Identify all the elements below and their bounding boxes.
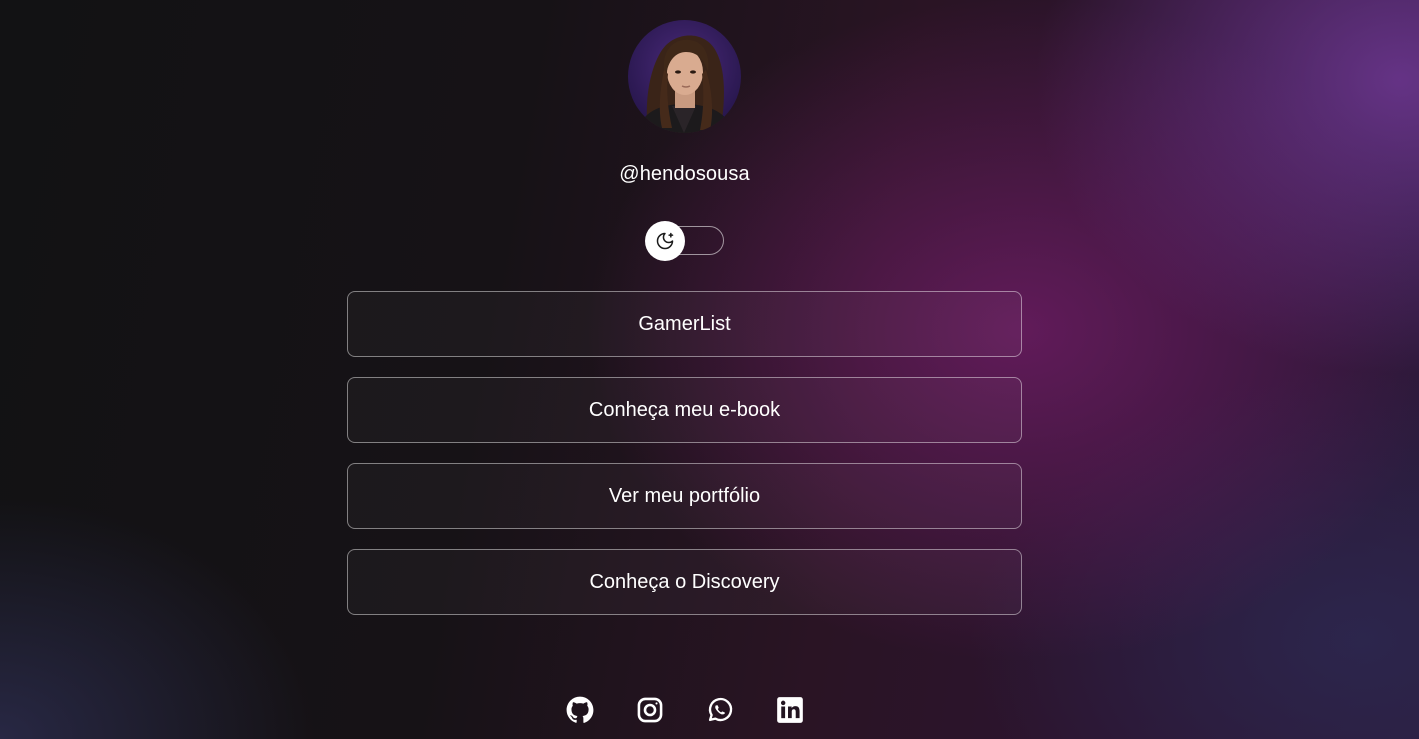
instagram-link[interactable]: [635, 695, 665, 725]
link-gamerlist[interactable]: GamerList: [347, 291, 1022, 357]
linkedin-icon: [777, 697, 803, 723]
social-links: [565, 695, 805, 725]
link-list: GamerList Conheça meu e-book Ver meu por…: [347, 291, 1022, 635]
whatsapp-link[interactable]: [705, 695, 735, 725]
avatar: [628, 20, 741, 133]
link-discovery[interactable]: Conheça o Discovery: [347, 549, 1022, 615]
username: @hendosousa: [619, 163, 750, 185]
instagram-icon: [637, 697, 663, 723]
github-icon: [566, 696, 594, 723]
toggle-knob[interactable]: [645, 221, 685, 261]
whatsapp-icon: [708, 697, 733, 722]
moon-stars-icon: [656, 232, 674, 250]
github-link[interactable]: [565, 695, 595, 725]
linkedin-link[interactable]: [775, 695, 805, 725]
theme-toggle[interactable]: [645, 221, 725, 261]
link-portfolio[interactable]: Ver meu portfólio: [347, 463, 1022, 529]
link-ebook[interactable]: Conheça meu e-book: [347, 377, 1022, 443]
